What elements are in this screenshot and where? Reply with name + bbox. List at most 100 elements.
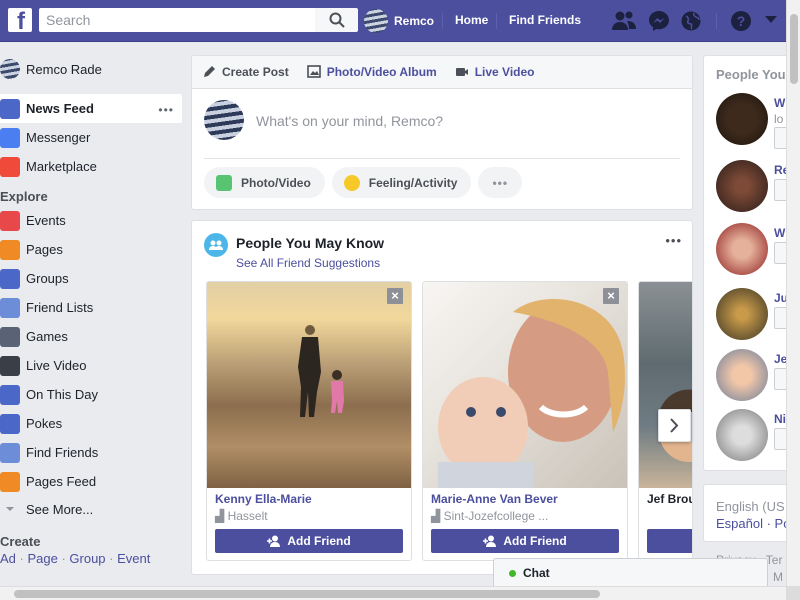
avatar: [204, 100, 244, 140]
create-ad-link[interactable]: Ad: [0, 551, 16, 566]
person-name[interactable]: Ni: [774, 412, 786, 426]
sidebar-item-news-feed[interactable]: News Feed •••: [0, 94, 182, 123]
sidebar-item-find-friends[interactable]: Find Friends: [0, 438, 182, 467]
sidebar-item-messenger[interactable]: Messenger: [0, 123, 182, 152]
sidebar-item-live-video[interactable]: Live Video: [0, 351, 182, 380]
sidebar-item-label: Marketplace: [26, 159, 97, 174]
create-event-link[interactable]: Event: [117, 551, 150, 566]
people-you-may-know-card: People You May Know See All Friend Sugge…: [191, 220, 693, 575]
notifications-globe-icon[interactable]: [680, 10, 702, 32]
more-dots-icon: •••: [492, 175, 509, 190]
more-options-icon[interactable]: •••: [665, 233, 682, 248]
explore-heading: Explore: [0, 189, 48, 204]
live-video-icon: [0, 355, 20, 376]
album-icon: [306, 65, 321, 78]
sidebar-item-pages[interactable]: Pages: [0, 235, 182, 264]
feeling-activity-button[interactable]: Feeling/Activity: [331, 167, 472, 198]
see-more-link[interactable]: See More...: [0, 496, 182, 522]
close-icon[interactable]: ×: [387, 288, 403, 304]
scrollbar-thumb[interactable]: [14, 590, 600, 598]
next-suggestions-button[interactable]: [658, 409, 691, 442]
find-friends-link[interactable]: Find Friends: [509, 13, 581, 27]
person-name[interactable]: W: [774, 226, 785, 240]
create-heading: Create: [0, 534, 41, 549]
logo-letter: f: [17, 8, 25, 32]
messenger-icon[interactable]: [648, 10, 670, 32]
sidebar-item-profile[interactable]: Remco Rade: [0, 56, 182, 82]
create-group-link[interactable]: Group: [69, 551, 105, 566]
button-label: Add Friend: [503, 534, 567, 548]
sidebar-item-groups[interactable]: Groups: [0, 264, 182, 293]
profile-link[interactable]: Remco: [364, 9, 434, 33]
sidebar-item-marketplace[interactable]: Marketplace: [0, 152, 182, 181]
suggestion-name[interactable]: Kenny Ella-Marie: [215, 492, 312, 506]
avatar[interactable]: [716, 160, 768, 212]
avatar[interactable]: [716, 349, 768, 401]
search-input[interactable]: [39, 8, 315, 32]
suggestion-name[interactable]: Marie-Anne Van Bever: [431, 492, 558, 506]
footer-links-more[interactable]: M: [773, 570, 783, 584]
search-icon: [329, 12, 345, 28]
tab-photo-video-album[interactable]: Photo/Video Album: [306, 65, 437, 79]
chevron-down-icon: [6, 507, 14, 511]
home-link[interactable]: Home: [455, 13, 488, 27]
sidebar-item-friend-lists[interactable]: Friend Lists: [0, 293, 182, 322]
facebook-logo[interactable]: f: [8, 8, 32, 32]
language-links[interactable]: Español · Po: [716, 516, 790, 531]
suggestion-photo[interactable]: [207, 282, 411, 488]
help-icon[interactable]: ?: [730, 10, 752, 32]
avatar[interactable]: [716, 409, 768, 461]
sidebar-item-pages-feed[interactable]: Pages Feed: [0, 467, 182, 496]
more-options-icon[interactable]: •••: [158, 103, 174, 117]
video-camera-icon: [455, 68, 468, 76]
see-all-suggestions-link[interactable]: See All Friend Suggestions: [236, 256, 380, 270]
avatar[interactable]: [716, 93, 768, 145]
tab-live-video[interactable]: Live Video: [455, 65, 535, 79]
add-friend-button[interactable]: Add Friend: [431, 529, 619, 553]
sidebar-item-events[interactable]: Events: [0, 206, 182, 235]
see-more-label: See More...: [26, 501, 94, 517]
suggestion-name[interactable]: Jef Brou: [647, 492, 692, 506]
add-friend-icon: [483, 535, 497, 547]
button-label: Add Friend: [287, 534, 351, 548]
pencil-icon: [204, 66, 215, 77]
button-label: Photo/Video: [241, 175, 311, 190]
friend-requests-icon[interactable]: [611, 10, 637, 32]
current-language: English (US: [716, 499, 785, 514]
avatar[interactable]: [716, 288, 768, 340]
clock-icon: [0, 384, 20, 405]
scrollbar-thumb[interactable]: [790, 14, 798, 84]
suggestion-photo[interactable]: [639, 282, 692, 488]
composer-actions: Photo/Video Feeling/Activity •••: [192, 159, 692, 206]
sidebar-item-on-this-day[interactable]: On This Day: [0, 380, 182, 409]
composer-placeholder[interactable]: What's on your mind, Remco?: [256, 113, 443, 129]
suggestion-meta: ▟ Hasselt: [215, 509, 268, 523]
photo-video-button[interactable]: Photo/Video: [204, 167, 325, 198]
chevron-right-icon: [670, 418, 679, 433]
person-name[interactable]: W: [774, 96, 785, 110]
sidebar-item-label: Pages: [26, 242, 63, 257]
horizontal-scrollbar[interactable]: [0, 586, 786, 600]
marketplace-icon: [0, 156, 20, 177]
chevron-down-icon[interactable]: [765, 16, 777, 24]
add-friend-button[interactable]: Add Friend: [215, 529, 403, 553]
sidebar-item-label: On This Day: [26, 387, 99, 402]
profile-name: Remco: [394, 14, 435, 28]
composer-body[interactable]: What's on your mind, Remco?: [204, 89, 680, 159]
search-button[interactable]: [315, 8, 358, 32]
sidebar-item-label: Live Video: [26, 358, 87, 373]
create-page-link[interactable]: Page: [27, 551, 57, 566]
sidebar-item-games[interactable]: Games: [0, 322, 182, 351]
avatar[interactable]: [716, 223, 768, 275]
suggestion-meta-text: Sint-Jozefcollege ...: [443, 509, 549, 523]
chat-bar[interactable]: Chat: [493, 558, 768, 586]
composer-tabs: Create Post Photo/Video Album Live Video: [192, 56, 692, 89]
groups-icon: [0, 268, 20, 289]
vertical-scrollbar[interactable]: [786, 0, 800, 586]
more-options-button[interactable]: •••: [478, 167, 523, 198]
suggestion-photo[interactable]: [423, 282, 627, 488]
close-icon[interactable]: ×: [603, 288, 619, 304]
tab-create-post[interactable]: Create Post: [202, 65, 289, 79]
sidebar-item-pokes[interactable]: Pokes: [0, 409, 182, 438]
add-friend-button[interactable]: [647, 529, 692, 553]
